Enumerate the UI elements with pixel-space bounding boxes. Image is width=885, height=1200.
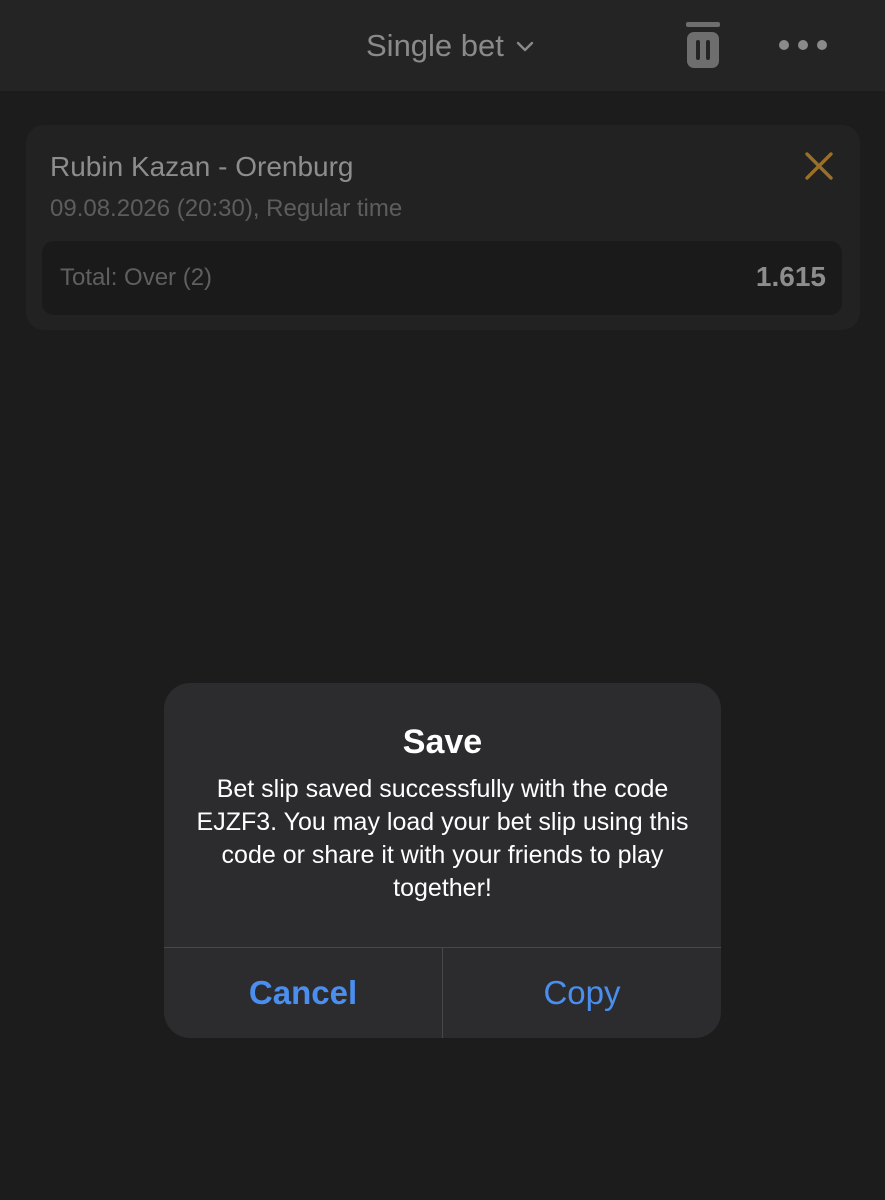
bet-card: Rubin Kazan - Orenburg 09.08.2026 (20:30… bbox=[26, 125, 860, 330]
dialog-message: Bet slip saved successfully with the cod… bbox=[196, 775, 689, 902]
bet-selection-row: Total: Over (2) 1.615 bbox=[42, 241, 842, 315]
cancel-button[interactable]: Cancel bbox=[164, 948, 442, 1038]
top-bar: Single bet bbox=[0, 0, 885, 91]
trash-icon[interactable] bbox=[684, 20, 722, 70]
copy-button[interactable]: Copy bbox=[443, 948, 721, 1038]
chevron-down-icon bbox=[516, 41, 534, 52]
bet-type-label: Single bet bbox=[366, 28, 504, 63]
save-dialog: Save Bet slip saved successfully with th… bbox=[164, 683, 721, 1038]
close-icon[interactable] bbox=[802, 149, 836, 183]
bet-type-selector[interactable]: Single bet bbox=[366, 24, 536, 68]
bet-outcome: Total: Over (2) bbox=[60, 264, 213, 291]
dialog-title: Save bbox=[402, 723, 483, 761]
match-name: Rubin Kazan - Orenburg bbox=[50, 151, 354, 182]
match-datetime: 09.08.2026 (20:30), Regular time bbox=[50, 195, 403, 222]
bet-odds: 1.615 bbox=[755, 261, 826, 292]
more-icon[interactable] bbox=[778, 34, 828, 56]
